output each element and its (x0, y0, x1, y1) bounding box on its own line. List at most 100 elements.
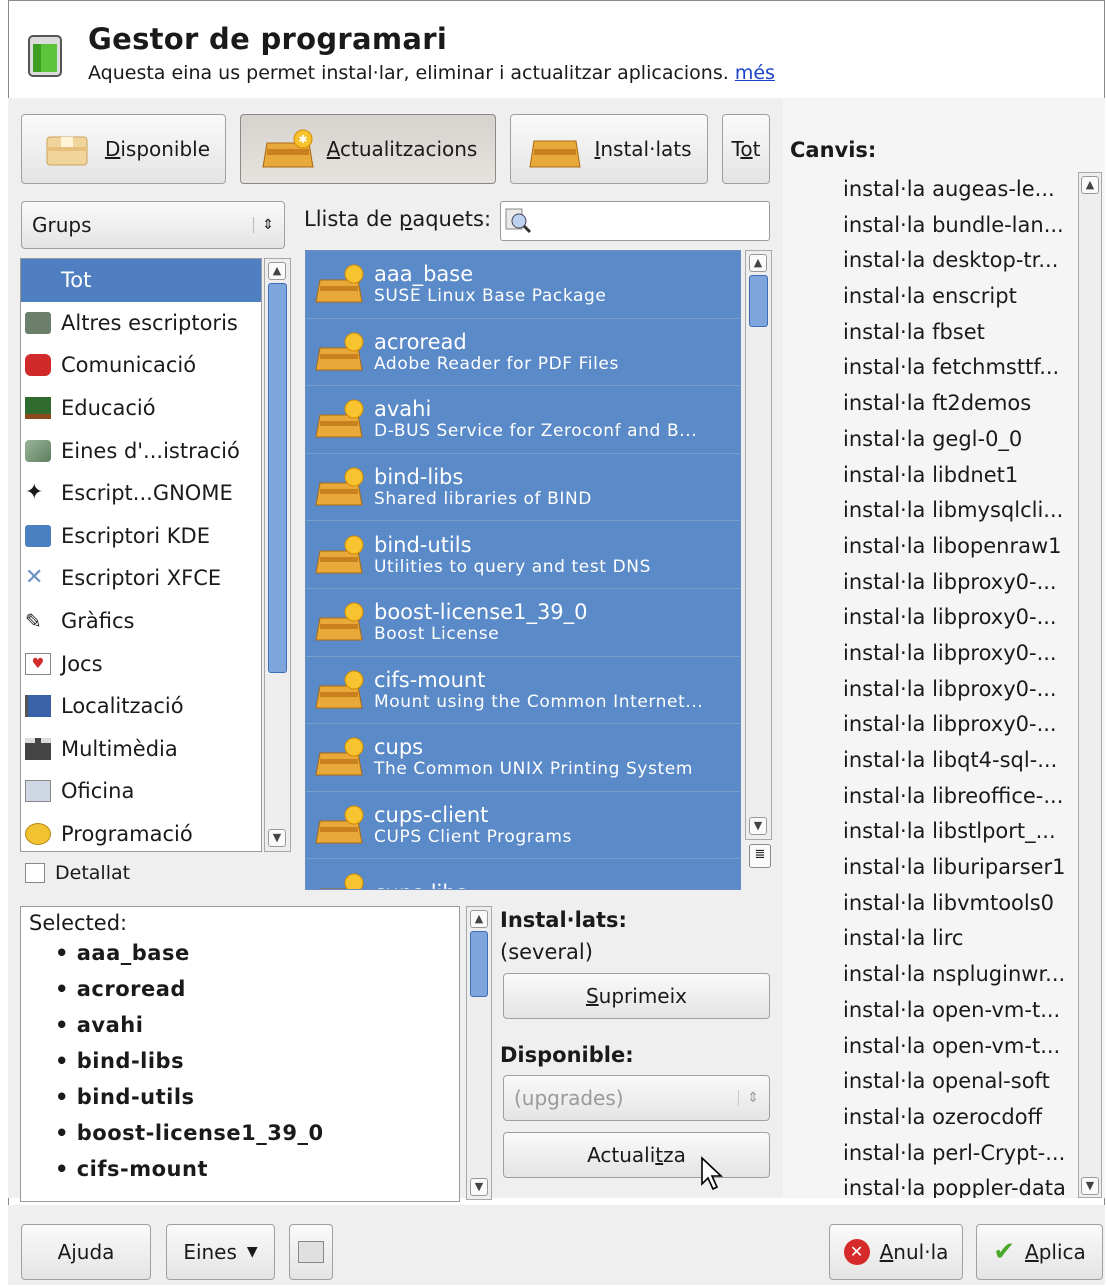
change-item[interactable]: instal·la libopenraw1 (843, 529, 1075, 565)
scroll-up-icon[interactable]: ▲ (268, 262, 286, 280)
view-installed-button[interactable]: Instal·lats (510, 114, 708, 184)
group-item-admin-tools[interactable]: Eines d'...istració (21, 429, 261, 472)
change-item[interactable]: instal·la ft2demos (843, 386, 1075, 422)
group-item-localization[interactable]: Localització (21, 685, 261, 728)
package-row[interactable]: avahi D-BUS Service for Zeroconf and B... (306, 386, 740, 454)
scroll-down-icon[interactable]: ▼ (749, 817, 767, 835)
package-description: Shared libraries of BIND (374, 489, 593, 510)
xfce-icon: ✕ (25, 565, 44, 591)
change-item[interactable]: instal·la fetchmsttf... (843, 350, 1075, 386)
package-row[interactable]: cups The Common UNIX Printing System (306, 724, 740, 792)
help-button[interactable]: Ajuda (21, 1224, 151, 1280)
selected-scrollbar[interactable]: ▲ ▼ (466, 906, 492, 1200)
group-item-gnome[interactable]: ✦ Escript...GNOME (21, 472, 261, 515)
scroll-up-icon[interactable]: ▲ (1081, 176, 1099, 194)
terminal-button[interactable] (289, 1224, 333, 1280)
groups-scrollbar[interactable]: ▲ ▼ (264, 258, 291, 852)
group-item-graphics[interactable]: ✎ Gràfics (21, 600, 261, 643)
admin-tools-icon (25, 439, 51, 462)
change-item[interactable]: instal·la open-vm-t... (843, 993, 1075, 1029)
change-item[interactable]: instal·la libqt4-sql-... (843, 743, 1075, 779)
change-item[interactable]: instal·la open-vm-t... (843, 1029, 1075, 1065)
scroll-down-icon[interactable]: ▼ (268, 829, 286, 847)
change-item[interactable]: instal·la fbset (843, 315, 1075, 351)
groups-list[interactable]: Tot Altres escriptoris Comunicació Educa… (20, 258, 262, 852)
change-item[interactable]: instal·la lirc (843, 921, 1075, 957)
group-item-other-desktops[interactable]: Altres escriptoris (21, 302, 261, 345)
packages-scrollbar[interactable]: ▲ ▼ (745, 250, 772, 840)
selected-panel: Selected: • aaa_base • acroread • avahi • b… (20, 906, 460, 1202)
group-item-xfce[interactable]: ✕ Escriptori XFCE (21, 557, 261, 600)
view-all-button[interactable]: Tot (722, 114, 770, 184)
scroll-up-icon[interactable]: ▲ (749, 254, 767, 272)
group-item-kde[interactable]: Escriptori KDE (21, 515, 261, 558)
combo-updown-icon: ⇕ (738, 1090, 759, 1106)
package-row[interactable]: cifs-mount Mount using the Common Interne… (306, 656, 740, 725)
package-update-icon (315, 264, 364, 303)
change-item[interactable]: instal·la libmysqlcli... (843, 493, 1075, 529)
more-link[interactable]: més (735, 62, 775, 84)
tools-label: Eines (183, 1240, 237, 1264)
group-item-programming[interactable]: Programació (21, 813, 261, 851)
groups-combo[interactable]: Grups ⇕ (21, 201, 285, 249)
detailed-checkbox[interactable]: Detallat (25, 862, 130, 884)
change-item[interactable]: instal·la augeas-le... (843, 172, 1075, 208)
change-item[interactable]: instal·la libreoffice-... (843, 779, 1075, 815)
packages-list[interactable]: aaa_base SUSE Linux Base Package acroread A… (305, 250, 741, 890)
change-item[interactable]: instal·la libproxy0-... (843, 672, 1075, 708)
tools-menu-button[interactable]: Eines ▼ (166, 1224, 275, 1280)
group-item-communication[interactable]: Comunicació (21, 344, 261, 387)
apply-button[interactable]: ✔ Aplica (976, 1224, 1103, 1280)
group-item-games[interactable]: ♥ Jocs (21, 642, 261, 685)
view-updates-button[interactable]: ✱ Actualitzacions (240, 114, 496, 184)
change-item[interactable]: instal·la libvmtools0 (843, 886, 1075, 922)
package-row[interactable]: acroread Adobe Reader for PDF Files (306, 318, 740, 387)
package-row[interactable]: cups-client CUPS Client Programs (306, 791, 740, 860)
change-item[interactable]: instal·la libproxy0-... (843, 565, 1075, 601)
change-item[interactable]: instal·la nspluginwr... (843, 957, 1075, 993)
change-item[interactable]: instal·la libproxy0-... (843, 707, 1075, 743)
scroll-down-icon[interactable]: ▼ (1081, 1177, 1099, 1195)
group-item-office[interactable]: Oficina (21, 770, 261, 813)
change-item[interactable]: instal·la poppler-data (843, 1171, 1075, 1198)
package-row[interactable]: cups-libs (306, 859, 740, 889)
group-item-education[interactable]: Educació (21, 387, 261, 430)
package-row[interactable]: bind-utils Utilities to query and test DN… (306, 521, 740, 589)
checkbox-icon[interactable] (25, 863, 45, 883)
groups-scroll-thumb[interactable] (268, 283, 287, 673)
change-item[interactable]: instal·la enscript (843, 279, 1075, 315)
change-item[interactable]: instal·la ozerocdoff (843, 1100, 1075, 1136)
search-icon (505, 208, 532, 234)
package-description: CUPS Client Programs (374, 827, 572, 848)
column-options-icon[interactable]: ≣ (749, 844, 771, 868)
view-available-button[interactable]: Disponible (21, 114, 226, 184)
package-name: bind-libs (374, 465, 464, 490)
scroll-up-icon[interactable]: ▲ (470, 910, 488, 928)
available-version-combo[interactable]: (upgrades) ⇕ (503, 1075, 770, 1121)
cancel-button[interactable]: ✕ Anul·la (829, 1224, 963, 1280)
update-button[interactable]: Actualitza (503, 1132, 770, 1178)
package-search-input[interactable] (500, 201, 770, 241)
package-row[interactable]: boost-license1_39_0 Boost License (306, 588, 740, 657)
change-item[interactable]: instal·la liburiparser1 (843, 850, 1075, 886)
package-list-label: Llista de paquets: (304, 207, 492, 231)
change-item[interactable]: instal·la libdnet1 (843, 458, 1075, 494)
packages-scroll-thumb[interactable] (749, 275, 768, 327)
group-item-all[interactable]: Tot (21, 259, 261, 302)
change-item[interactable]: instal·la libproxy0-... (843, 636, 1075, 672)
package-row[interactable]: bind-libs Shared libraries of BIND (306, 453, 740, 522)
changes-scrollbar[interactable]: ▲ ▼ (1078, 172, 1102, 1198)
change-item[interactable]: instal·la libstlport_... (843, 814, 1075, 850)
change-item[interactable]: instal·la desktop-tr... (843, 243, 1075, 279)
group-item-multimedia[interactable]: Multimèdia (21, 728, 261, 771)
selected-scroll-thumb[interactable] (470, 931, 488, 997)
change-item[interactable]: instal·la gegl-0_0 (843, 422, 1075, 458)
change-item[interactable]: instal·la bundle-lan... (843, 208, 1075, 244)
change-item[interactable]: instal·la libproxy0-... (843, 600, 1075, 636)
change-item[interactable]: instal·la openal-soft (843, 1064, 1075, 1100)
package-name: avahi (374, 397, 432, 422)
change-item[interactable]: instal·la perl-Crypt-... (843, 1136, 1075, 1172)
remove-button[interactable]: Suprimeix (503, 973, 770, 1019)
package-row[interactable]: aaa_base SUSE Linux Base Package (306, 251, 740, 319)
scroll-down-icon[interactable]: ▼ (470, 1178, 488, 1196)
